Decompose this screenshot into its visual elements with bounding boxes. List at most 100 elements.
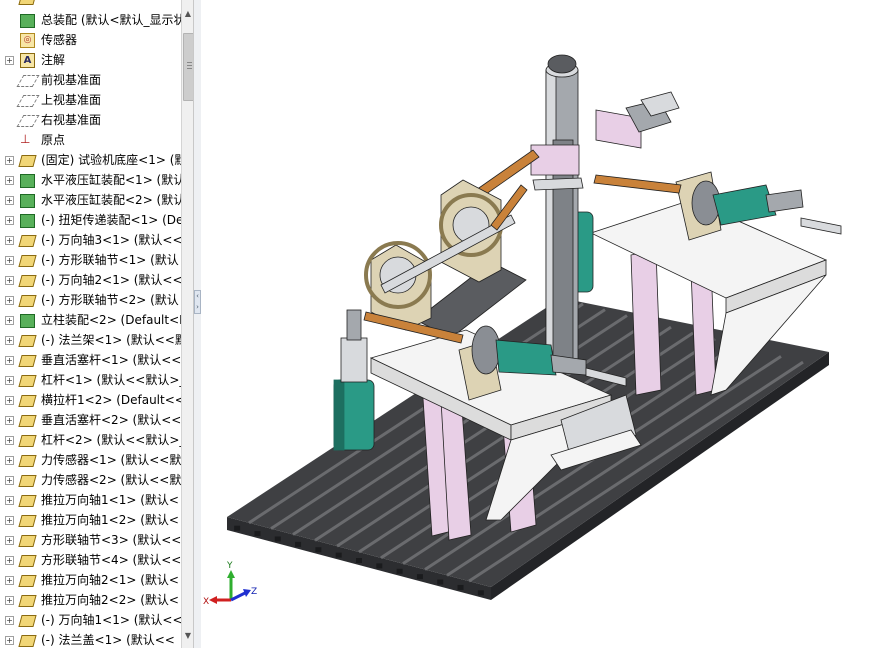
tree-item[interactable]: + (-) 扭矩传递装配<1> (De [0, 210, 181, 230]
annotation-icon: A [20, 53, 35, 68]
tree-item-label: 垂直活塞杆<1> (默认<< [41, 353, 181, 367]
expand-toggle-icon[interactable]: + [5, 516, 14, 525]
tree-item[interactable]: 总装配 (默认<默认_显示状态 [0, 10, 181, 30]
tree-item[interactable]: + 力传感器<1> (默认<<默 [0, 450, 181, 470]
tree-item[interactable]: + 垂直活塞杆<2> (默认<< [0, 410, 181, 430]
collapse-panel-icon[interactable]: ‹ › [194, 290, 201, 314]
part-icon [18, 495, 37, 507]
expand-toggle-icon[interactable]: + [5, 376, 14, 385]
tree-item[interactable]: + 推拉万向轴2<1> (默认< [0, 570, 181, 590]
part-icon [18, 595, 37, 607]
expand-toggle-icon[interactable]: + [5, 476, 14, 485]
tree-item[interactable]: + 力传感器<2> (默认<<默 [0, 470, 181, 490]
expand-toggle-icon[interactable]: + [5, 56, 14, 65]
tree-item-label: (-) 万向轴3<1> (默认<< [41, 233, 181, 247]
bolt-head [274, 536, 281, 542]
tree-item[interactable]: + 方形联轴节<3> (默认<< [0, 530, 181, 550]
tree-item[interactable]: + (-) 万向轴3<1> (默认<< [0, 230, 181, 250]
plane-icon [16, 95, 40, 107]
tree-item[interactable]: + 推拉万向轴1<1> (默认< [0, 490, 181, 510]
expand-toggle-icon[interactable]: + [5, 576, 14, 585]
expand-toggle-icon[interactable]: + [5, 236, 14, 245]
expand-toggle-icon[interactable]: + [5, 156, 14, 165]
tree-item[interactable]: + 杠杆<2> (默认<<默认>_ [0, 430, 181, 450]
part-icon [18, 375, 37, 387]
tree-item[interactable]: + (-) 万向轴1<1> (默认<< [0, 610, 181, 630]
tree-item[interactable]: + 横拉杆1<2> (Default<< [0, 390, 181, 410]
tree-item-label: 推拉万向轴2<1> (默认< [41, 573, 179, 587]
expand-toggle-icon[interactable]: + [5, 456, 14, 465]
plane-icon [16, 75, 40, 87]
tree-item[interactable]: + 水平液压缸装配<1> (默认 [0, 170, 181, 190]
expand-toggle-icon[interactable]: + [5, 356, 14, 365]
tree-item[interactable]: + 推拉万向轴2<2> (默认< [0, 590, 181, 610]
expand-toggle-icon[interactable]: + [5, 556, 14, 565]
part-icon [18, 235, 37, 247]
tree-item[interactable]: + 垂直活塞杆<1> (默认<< [0, 350, 181, 370]
tree-item[interactable]: + 推拉万向轴1<2> (默认< [0, 510, 181, 530]
expand-toggle-icon[interactable]: + [5, 216, 14, 225]
tree-item[interactable]: + 立柱装配<2> (Default<D [0, 310, 181, 330]
expand-toggle-icon[interactable]: + [5, 396, 14, 405]
tree-item[interactable]: + (-) 法兰盖<1> (默认<< [0, 630, 181, 648]
tree-item[interactable]: + 方形联轴节<4> (默认<< [0, 550, 181, 570]
expand-toggle-icon[interactable]: + [5, 316, 14, 325]
tree-item[interactable]: + (-) 法兰架<1> (默认<<默 [0, 330, 181, 350]
tree-item-label: 原点 [41, 133, 66, 147]
tree-item[interactable]: + 水平液压缸装配<2> (默认 [0, 190, 181, 210]
assembly-icon [20, 14, 35, 28]
expand-toggle-icon[interactable]: + [5, 416, 14, 425]
part-icon [18, 475, 37, 487]
tree-item-label: 杠杆<1> (默认<<默认>_ [41, 373, 181, 387]
part-icon [18, 455, 37, 467]
tree-item[interactable]: 上视基准面 [0, 90, 181, 110]
expand-toggle-icon[interactable]: + [5, 496, 14, 505]
part-icon [18, 555, 37, 567]
expand-toggle-icon[interactable]: + [5, 596, 14, 605]
tree-item[interactable]: 右视基准面 [0, 110, 181, 130]
expand-toggle-icon[interactable]: + [5, 256, 14, 265]
tree-item[interactable]: ◎ 传感器 [0, 30, 181, 50]
bolt-head [335, 552, 342, 558]
tree-item[interactable]: ⊥ 原点 [0, 130, 181, 150]
tree-item[interactable] [0, 0, 181, 8]
part-icon [18, 255, 37, 267]
part-icon [18, 335, 37, 347]
tree-item[interactable]: + (-) 方形联轴节<1> (默认 [0, 250, 181, 270]
tree-item-label: 水平液压缸装配<2> (默认 [41, 193, 181, 207]
tree-item[interactable]: + 杠杆<1> (默认<<默认>_ [0, 370, 181, 390]
tree-item-label: 传感器 [41, 33, 78, 47]
tree-item[interactable]: + A 注解 [0, 50, 181, 70]
expand-toggle-icon[interactable]: + [5, 636, 14, 645]
expand-toggle-icon[interactable]: + [5, 176, 14, 185]
assembly-icon [20, 174, 35, 188]
expand-toggle-icon[interactable]: + [5, 436, 14, 445]
bolt-head [376, 563, 383, 569]
expand-toggle-icon[interactable]: + [5, 336, 14, 345]
graphics-viewport[interactable]: Y X Z [201, 0, 888, 648]
part-icon [18, 515, 37, 527]
bolt-head [477, 590, 484, 596]
expand-toggle-icon[interactable]: + [5, 536, 14, 545]
tree-item[interactable]: 前视基准面 [0, 70, 181, 90]
tree-item[interactable]: + (-) 万向轴2<1> (默认<< [0, 270, 181, 290]
part-icon [18, 295, 37, 307]
tree-item-label: 推拉万向轴1<1> (默认< [41, 493, 179, 507]
sensor-icon: ◎ [20, 33, 35, 48]
tree-item-label: 总装配 (默认<默认_显示状态 [41, 13, 181, 27]
triad-z-label: Z [251, 587, 257, 597]
expand-toggle-icon[interactable]: + [5, 616, 14, 625]
triad-y-label: Y [226, 561, 233, 571]
part-icon [18, 155, 37, 167]
tree-item[interactable]: + (固定) 试验机底座<1> (默 [0, 150, 181, 170]
tree-item-label: 杠杆<2> (默认<<默认>_ [41, 433, 181, 447]
expand-toggle-icon[interactable]: + [5, 196, 14, 205]
expand-toggle-icon[interactable]: + [5, 296, 14, 305]
tree-item[interactable]: + (-) 方形联轴节<2> (默认 [0, 290, 181, 310]
assembly-icon [20, 214, 35, 228]
plane-icon [16, 115, 40, 127]
expand-toggle-icon[interactable]: + [5, 276, 14, 285]
triad-x-label: X [203, 597, 209, 607]
tree-item-label: (固定) 试验机底座<1> (默 [41, 153, 181, 167]
assembly-icon [20, 194, 35, 208]
